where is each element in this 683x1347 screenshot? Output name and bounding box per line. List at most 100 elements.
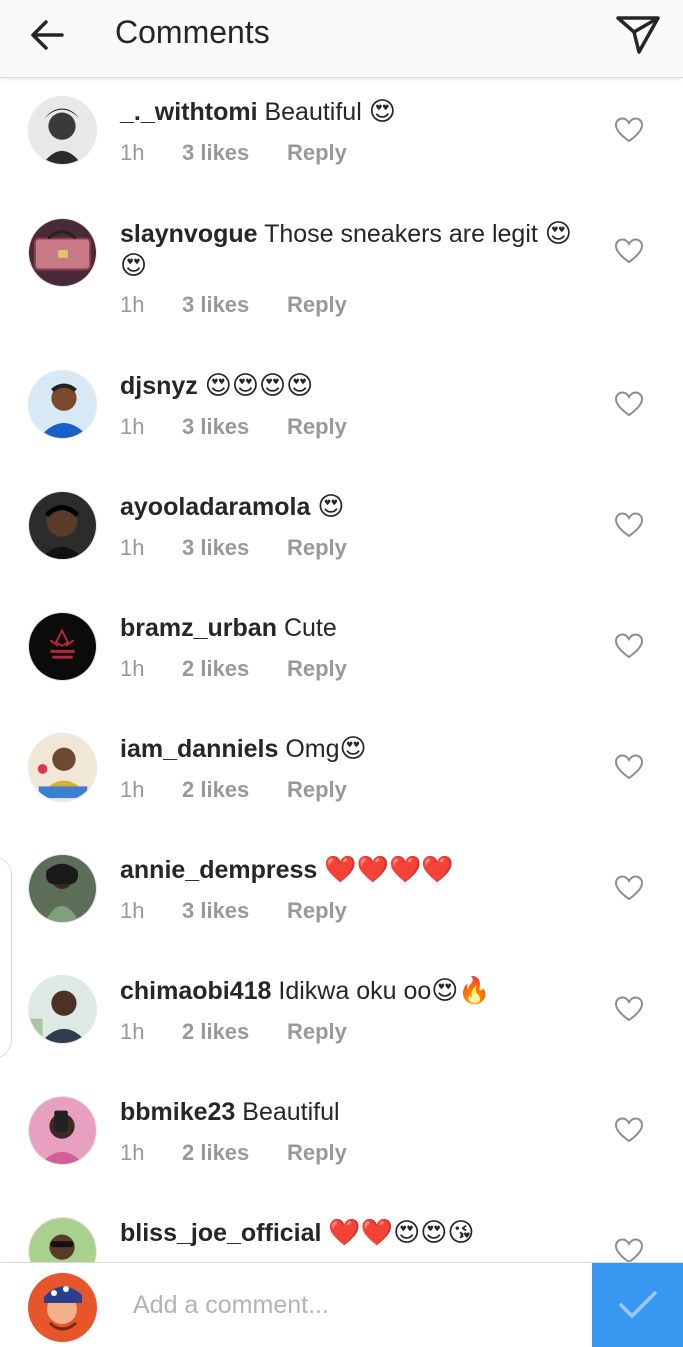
checkmark-icon xyxy=(618,1291,657,1318)
paper-plane-icon xyxy=(616,16,660,54)
heart-icon[interactable] xyxy=(614,995,644,1023)
comment-text: djsnyz 😍😍😍😍 xyxy=(120,370,600,402)
comment-row: ayooladaramola 😍 1h 3 likes Reply xyxy=(0,472,683,593)
username[interactable]: bramz_urban xyxy=(120,614,277,642)
post-comment-button[interactable] xyxy=(592,1263,683,1347)
likes-count[interactable]: 2 likes xyxy=(182,1140,249,1166)
timestamp: 1h xyxy=(120,777,145,802)
heart-icon[interactable] xyxy=(614,511,644,539)
share-button[interactable] xyxy=(608,8,668,60)
avatar[interactable] xyxy=(28,491,97,560)
comment-text: _._withtomi Beautiful 😍 xyxy=(120,96,600,128)
emoji-text: 😍 xyxy=(317,492,345,522)
arrow-left-icon xyxy=(31,20,64,50)
heart-icon[interactable] xyxy=(614,390,644,418)
comment-composer xyxy=(0,1262,683,1347)
comment-text: bbmike23 Beautiful xyxy=(120,1096,600,1128)
heart-icon[interactable] xyxy=(614,237,644,265)
reply-button[interactable]: Reply xyxy=(287,140,347,166)
timestamp: 1h xyxy=(120,414,145,439)
comment-input[interactable] xyxy=(133,1291,573,1320)
emoji-text: ❤️❤️😍😍😘 xyxy=(328,1218,475,1248)
timestamp: 1h xyxy=(120,140,145,165)
timestamp: 1h xyxy=(120,292,145,317)
avatar[interactable] xyxy=(28,96,97,165)
comment-body: Beautiful xyxy=(242,1098,340,1126)
avatar[interactable] xyxy=(28,854,97,923)
likes-count[interactable]: 3 likes xyxy=(182,898,249,924)
comment-row: chimaobi418 Idikwa oku oo😍🔥 1h 2 likes R… xyxy=(0,956,683,1077)
username[interactable]: djsnyz xyxy=(120,372,198,400)
avatar[interactable] xyxy=(28,733,97,802)
avatar[interactable] xyxy=(28,370,97,439)
emoji-text: 😍😍😍😍 xyxy=(204,371,314,401)
comment-row: annie_dempress ❤️❤️❤️❤️ 1h 3 likes Reply xyxy=(0,835,683,956)
username[interactable]: ayooladaramola xyxy=(120,493,310,521)
page-title: Comments xyxy=(115,14,270,50)
reply-button[interactable]: Reply xyxy=(287,1019,347,1045)
comment-body: Those sneakers are legit xyxy=(264,220,538,248)
avatar xyxy=(28,1273,97,1342)
timestamp: 1h xyxy=(120,1019,145,1044)
comment-row: djsnyz 😍😍😍😍 1h 3 likes Reply xyxy=(0,351,683,472)
likes-count[interactable]: 3 likes xyxy=(182,414,249,440)
comment-row: bramz_urban Cute 1h 2 likes Reply xyxy=(0,593,683,714)
reply-button[interactable]: Reply xyxy=(287,656,347,682)
username[interactable]: _._withtomi xyxy=(120,98,258,126)
avatar[interactable] xyxy=(28,1217,97,1262)
likes-count[interactable]: 2 likes xyxy=(182,656,249,682)
comment-text: annie_dempress ❤️❤️❤️❤️ xyxy=(120,854,600,886)
reply-button[interactable]: Reply xyxy=(287,535,347,561)
emoji-text: 😍 xyxy=(339,734,367,764)
comment-row: iam_danniels Omg😍 1h 2 likes Reply xyxy=(0,714,683,835)
reply-button[interactable]: Reply xyxy=(287,414,347,440)
timestamp: 1h xyxy=(120,1140,145,1165)
heart-icon[interactable] xyxy=(614,1116,644,1144)
comment-row: _._withtomi Beautiful 😍 1h 3 likes Reply xyxy=(0,78,683,199)
comment-row: bliss_joe_official ❤️❤️😍😍😘 xyxy=(0,1198,683,1262)
comment-body: Cute xyxy=(283,614,337,642)
emoji-text: 😍🔥 xyxy=(431,976,491,1006)
back-button[interactable] xyxy=(22,12,72,58)
emoji-text: ❤️❤️❤️❤️ xyxy=(324,855,454,885)
username[interactable]: annie_dempress xyxy=(120,856,317,884)
heart-icon[interactable] xyxy=(614,632,644,660)
avatar[interactable] xyxy=(28,975,97,1044)
comment-text: ayooladaramola 😍 xyxy=(120,491,600,523)
timestamp: 1h xyxy=(120,898,145,923)
heart-icon[interactable] xyxy=(614,874,644,902)
heart-icon[interactable] xyxy=(614,116,644,144)
username[interactable]: slaynvogue xyxy=(120,220,258,248)
comment-text: iam_danniels Omg😍 xyxy=(120,733,600,765)
avatar[interactable] xyxy=(28,1096,97,1165)
reply-button[interactable]: Reply xyxy=(287,777,347,803)
comment-row: slaynvogue Those sneakers are legit 😍 😍 … xyxy=(0,199,683,351)
reply-button[interactable]: Reply xyxy=(287,898,347,924)
comment-body: Omg xyxy=(285,735,340,763)
edge-panel-handle[interactable] xyxy=(0,855,12,1060)
likes-count[interactable]: 2 likes xyxy=(182,1019,249,1045)
top-bar: Comments xyxy=(0,0,683,78)
avatar[interactable] xyxy=(28,612,97,681)
likes-count[interactable]: 3 likes xyxy=(182,292,249,318)
comment-text: bliss_joe_official ❤️❤️😍😍😘 xyxy=(120,1217,600,1249)
timestamp: 1h xyxy=(120,535,145,560)
username[interactable]: chimaobi418 xyxy=(120,977,271,1005)
reply-button[interactable]: Reply xyxy=(287,1140,347,1166)
timestamp: 1h xyxy=(120,656,145,681)
likes-count[interactable]: 3 likes xyxy=(182,535,249,561)
likes-count[interactable]: 2 likes xyxy=(182,777,249,803)
heart-icon[interactable] xyxy=(614,753,644,781)
comment-body: Beautiful xyxy=(264,98,362,126)
username[interactable]: bliss_joe_official xyxy=(120,1219,321,1247)
avatar[interactable] xyxy=(28,218,97,287)
comment-row: bbmike23 Beautiful 1h 2 likes Reply xyxy=(0,1077,683,1198)
username[interactable]: iam_danniels xyxy=(120,735,278,763)
comment-text: slaynvogue Those sneakers are legit 😍 😍 xyxy=(120,218,600,282)
reply-button[interactable]: Reply xyxy=(287,292,347,318)
username[interactable]: bbmike23 xyxy=(120,1098,235,1126)
comment-list[interactable]: _._withtomi Beautiful 😍 1h 3 likes Reply… xyxy=(0,78,683,1262)
likes-count[interactable]: 3 likes xyxy=(182,140,249,166)
heart-icon[interactable] xyxy=(614,1237,644,1262)
comment-text: chimaobi418 Idikwa oku oo😍🔥 xyxy=(120,975,600,1007)
